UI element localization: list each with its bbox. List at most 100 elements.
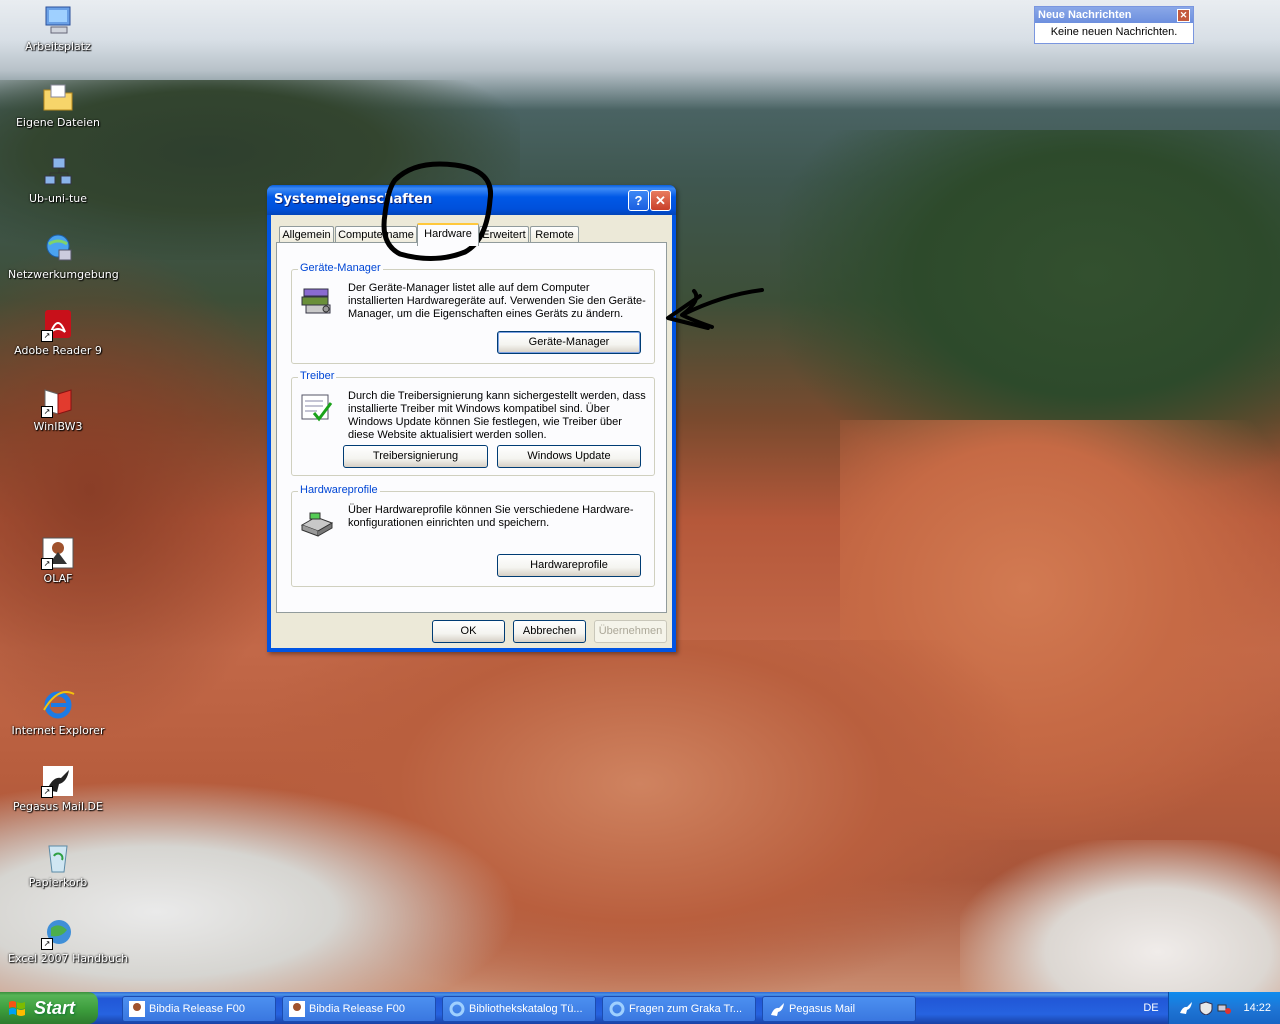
notification-title: Neue Nachrichten (1038, 9, 1132, 21)
winibw-icon: ↗ (41, 384, 75, 418)
desktop-icon-eigene-dateien[interactable]: Eigene Dateien (8, 80, 108, 130)
group-description: Durch die Treibersignierung kann sicherg… (348, 390, 646, 441)
taskbar-item-bibdia-1[interactable]: Bibdia Release F00 (122, 996, 276, 1022)
tab-page-hardware: Geräte-Manager Der Geräte-Manager listet… (276, 242, 667, 613)
windows-update-button[interactable]: Windows Update (497, 445, 641, 468)
taskbar-item-label: Pegasus Mail (789, 1003, 856, 1015)
network-status-icon[interactable] (1217, 1001, 1231, 1015)
desktop-icon-label: Eigene Dateien (15, 116, 101, 129)
close-icon[interactable]: ✕ (1177, 9, 1190, 22)
clock[interactable]: 14:22 (1243, 992, 1271, 1024)
internet-explorer-icon (449, 1001, 465, 1017)
tab-hardware[interactable]: Hardware (417, 223, 479, 246)
bibdia-icon (129, 1001, 145, 1017)
taskbar-item-label: Fragen zum Graka Tr... (629, 1003, 743, 1015)
group-drivers: Treiber Durch die Treibersignierung kann… (291, 370, 655, 476)
desktop-icon-adobe-reader[interactable]: ↗ Adobe Reader 9 (8, 308, 108, 358)
desktop-icon-label: Arbeitsplatz (25, 40, 91, 53)
desktop-icon-label: Internet Explorer (11, 724, 105, 737)
windows-flag-icon (9, 1001, 25, 1016)
taskbar-item-bibdia-2[interactable]: Bibdia Release F00 (282, 996, 436, 1022)
desktop-icon-winibw3[interactable]: ↗ WinIBW3 (8, 384, 108, 434)
button-label: Windows Update (527, 450, 611, 462)
notification-popup[interactable]: Neue Nachrichten ✕ Keine neuen Nachricht… (1034, 6, 1194, 44)
network-drive-icon (41, 156, 75, 190)
system-tray: 14:22 (1168, 992, 1280, 1024)
dialog-titlebar[interactable]: Systemeigenschaften ? ✕ (267, 185, 676, 215)
shortcut-arrow-icon: ↗ (41, 786, 53, 798)
notification-header: Neue Nachrichten ✕ (1035, 7, 1193, 23)
desktop-icon-arbeitsplatz[interactable]: Arbeitsplatz (8, 4, 108, 54)
device-manager-icon (300, 283, 334, 317)
shield-icon[interactable] (1199, 1001, 1213, 1015)
desktop-icon-label: WinIBW3 (33, 420, 83, 433)
bibdia-icon (289, 1001, 305, 1017)
group-title: Geräte-Manager (298, 262, 383, 274)
shortcut-arrow-icon: ↗ (41, 406, 53, 418)
cancel-button[interactable]: Abbrechen (513, 620, 586, 643)
desktop-icon-pegasus-mail[interactable]: ↗ Pegasus Mail.DE (8, 764, 108, 814)
desktop-icon-label: Excel 2007 Handbuch (8, 952, 129, 965)
dialog-client-area: Allgemein Computername Hardware Erweiter… (271, 215, 672, 648)
start-button[interactable]: Start (0, 992, 98, 1024)
ok-button[interactable]: OK (432, 620, 505, 643)
shortcut-arrow-icon: ↗ (41, 938, 53, 950)
desktop-icon-label: Netzwerkumgebung (8, 268, 119, 281)
language-indicator[interactable]: DE (1140, 992, 1162, 1024)
button-label: OK (460, 625, 477, 637)
group-description: Über Hardwareprofile können Sie verschie… (348, 504, 634, 529)
landscape-rock-right (960, 840, 1280, 992)
apply-button[interactable]: Übernehmen (594, 620, 667, 643)
driver-signing-icon (300, 391, 334, 425)
button-label: Geräte-Manager (528, 336, 610, 348)
device-manager-button[interactable]: Geräte-Manager (497, 331, 641, 354)
taskbar-item-graka[interactable]: Fragen zum Graka Tr... (602, 996, 756, 1022)
taskbar-item-label: Bibdia Release F00 (309, 1003, 406, 1015)
hardware-profiles-icon (300, 505, 334, 539)
start-label: Start (34, 998, 76, 1018)
my-computer-icon (41, 4, 75, 38)
shortcut-arrow-icon: ↗ (41, 330, 53, 342)
desktop-icon-excel-handbuch[interactable]: ↗ Excel 2007 Handbuch (8, 916, 129, 966)
desktop-icon-papierkorb[interactable]: Papierkorb (8, 840, 108, 890)
my-documents-icon (41, 80, 75, 114)
shortcut-arrow-icon: ↗ (41, 558, 53, 570)
desktop-icon-label: Pegasus Mail.DE (13, 800, 103, 813)
help-button[interactable]: ? (628, 190, 649, 211)
taskbar-item-label: Bibdia Release F00 (149, 1003, 246, 1015)
adobe-reader-icon: ↗ (41, 308, 75, 342)
taskbar-item-bibliothekskatalog[interactable]: Bibliothekskatalog Tü... (442, 996, 596, 1022)
internet-explorer-icon (609, 1001, 625, 1017)
taskbar-item-pegasus[interactable]: Pegasus Mail (762, 996, 916, 1022)
recycle-bin-icon (41, 840, 75, 874)
group-device-manager: Geräte-Manager Der Geräte-Manager listet… (291, 262, 655, 364)
notification-message: Keine neuen Nachrichten. (1050, 26, 1178, 38)
system-properties-dialog: Systemeigenschaften ? ✕ Allgemein Comput… (267, 185, 676, 652)
desktop-icon-label: Ub-uni-tue (28, 192, 88, 205)
group-title: Treiber (298, 370, 337, 382)
button-label: Abbrechen (522, 625, 577, 637)
driver-signing-button[interactable]: Treibersignierung (343, 445, 488, 468)
desktop-icon-olaf[interactable]: ↗ OLAF (8, 536, 108, 586)
desktop-icon-netzwerkumgebung[interactable]: Netzwerkumgebung (8, 232, 119, 282)
desktop-icon-label: Adobe Reader 9 (14, 344, 102, 357)
dialog-title: Systemeigenschaften (274, 192, 433, 207)
group-hardware-profiles: Hardwareprofile Über Hardwareprofile kön… (291, 484, 655, 587)
group-description: Der Geräte-Manager listet alle auf dem C… (348, 282, 646, 320)
button-label: Übernehmen (598, 625, 663, 637)
desktop-icon-internet-explorer[interactable]: Internet Explorer (8, 688, 108, 738)
taskbar-item-label: Bibliothekskatalog Tü... (469, 1003, 583, 1015)
close-button[interactable]: ✕ (650, 190, 671, 211)
button-label: Hardwareprofile (530, 559, 608, 571)
desktop-icon-ub-uni-tue[interactable]: Ub-uni-tue (8, 156, 108, 206)
button-label: Treibersignierung (372, 450, 459, 462)
pegasus-mail-icon (771, 1003, 784, 1016)
excel-handbook-icon: ↗ (41, 916, 75, 950)
pegasus-mail-icon: ↗ (41, 764, 75, 798)
desktop-icon-label: OLAF (43, 572, 73, 585)
network-places-icon (41, 232, 75, 266)
pegasus-tray-icon[interactable] (1179, 1001, 1193, 1015)
taskbar: Start Bibdia Release F00 Bibdia Release … (0, 992, 1280, 1024)
hardware-profiles-button[interactable]: Hardwareprofile (497, 554, 641, 577)
desktop-icon-label: Papierkorb (28, 876, 88, 889)
